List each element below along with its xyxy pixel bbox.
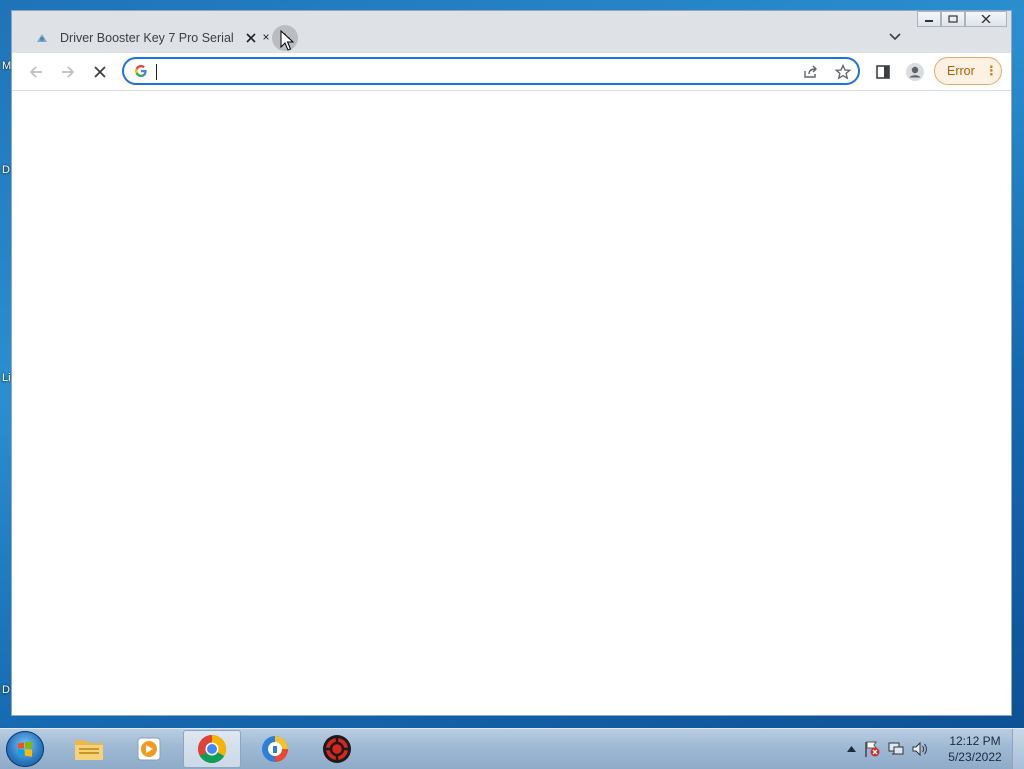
- window-controls: [917, 11, 1007, 29]
- tab-close-icon[interactable]: ×: [259, 28, 273, 46]
- title-bar[interactable]: Driver Booster Key 7 Pro Serial K × +: [12, 11, 1011, 53]
- system-clock[interactable]: 12:12 PM 5/23/2022: [940, 733, 1010, 765]
- media-player-icon: [137, 737, 161, 761]
- clock-time: 12:12 PM: [949, 734, 1001, 748]
- tab-search-button[interactable]: [885, 27, 905, 47]
- browser-tab[interactable]: Driver Booster Key 7 Pro Serial K: [20, 23, 268, 53]
- speaker-icon[interactable]: [908, 740, 932, 758]
- show-desktop-button[interactable]: [1012, 729, 1024, 769]
- tab-title: Driver Booster Key 7 Pro Serial K: [60, 31, 236, 45]
- system-tray: [842, 729, 932, 769]
- taskbar: 12:12 PM 5/23/2022: [0, 728, 1024, 769]
- chevron-up-icon[interactable]: [842, 746, 860, 752]
- address-bar[interactable]: [122, 57, 860, 85]
- google-g-icon: [134, 64, 148, 78]
- taskbar-chrome[interactable]: [183, 730, 241, 768]
- close-button[interactable]: [965, 11, 1007, 27]
- maximize-button[interactable]: [941, 11, 965, 27]
- security-app-icon: [262, 736, 288, 762]
- star-icon[interactable]: [833, 62, 853, 82]
- close-icon: [981, 15, 991, 23]
- windows-start-icon: [18, 741, 32, 757]
- flag-error-icon[interactable]: [860, 740, 884, 758]
- maximize-icon: [948, 15, 958, 23]
- browser-toolbar: Error ⋮: [12, 53, 1011, 91]
- page-content: [12, 91, 1011, 715]
- desktop-icon-label: D: [2, 684, 10, 696]
- tab-favicon-icon: [34, 30, 50, 46]
- back-button[interactable]: [24, 60, 48, 84]
- stop-loading-icon: [94, 66, 106, 78]
- taskbar-security-app[interactable]: [246, 730, 304, 768]
- network-icon[interactable]: [884, 740, 908, 758]
- minimize-icon: [925, 20, 933, 22]
- forward-button[interactable]: [56, 60, 80, 84]
- taskbar-file-explorer[interactable]: [60, 730, 118, 768]
- minimize-button[interactable]: [917, 11, 941, 27]
- driver-booster-icon: [323, 735, 351, 763]
- address-input[interactable]: [154, 62, 758, 82]
- clock-date: 5/23/2022: [948, 750, 1002, 764]
- taskbar-driver-booster[interactable]: [308, 730, 366, 768]
- text-caret: [156, 64, 157, 80]
- error-label: Error: [947, 64, 975, 78]
- mouse-cursor-icon: [280, 30, 294, 51]
- share-icon[interactable]: [801, 62, 821, 82]
- chrome-window: Driver Booster Key 7 Pro Serial K × +: [11, 10, 1012, 716]
- desktop-icon-label: D: [2, 164, 10, 176]
- back-arrow-icon: [29, 66, 42, 78]
- stop-button[interactable]: [88, 60, 112, 84]
- file-explorer-icon: [75, 740, 103, 760]
- profile-avatar-icon[interactable]: [904, 61, 926, 83]
- desktop-icon-label: M: [2, 60, 12, 72]
- forward-arrow-icon: [62, 66, 75, 78]
- chevron-down-icon: [889, 33, 901, 41]
- error-menu-button[interactable]: Error ⋮: [934, 57, 1002, 85]
- start-button[interactable]: [6, 731, 44, 767]
- taskbar-media-player[interactable]: [120, 730, 178, 768]
- side-panel-icon[interactable]: [872, 61, 894, 83]
- chrome-icon: [198, 735, 226, 763]
- desktop-icon-label: Li: [2, 372, 11, 384]
- kebab-menu-icon: ⋮: [984, 63, 998, 78]
- tab-close-icon[interactable]: [242, 29, 260, 47]
